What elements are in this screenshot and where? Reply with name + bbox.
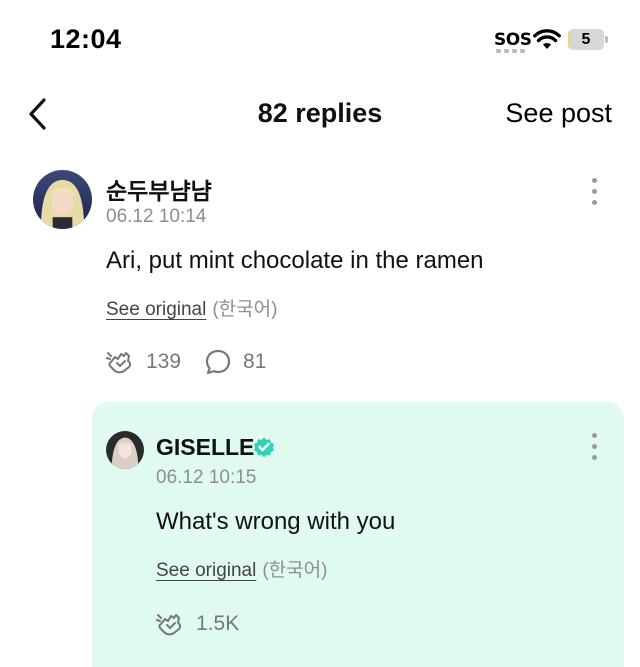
status-bar: 12:04 SOS 5 bbox=[0, 0, 640, 80]
reply-count: 81 bbox=[243, 350, 267, 373]
more-options-icon[interactable] bbox=[589, 178, 599, 208]
cheer-count: 139 bbox=[146, 350, 182, 373]
battery-level: 5 bbox=[581, 31, 591, 48]
comment-text: Ari, put mint chocolate in the ramen bbox=[106, 247, 484, 274]
see-original-link[interactable]: See original bbox=[156, 560, 256, 581]
cheer-hand-icon bbox=[156, 614, 182, 636]
sos-indicator: SOS bbox=[494, 30, 532, 50]
avatar-image bbox=[106, 431, 144, 469]
comment-timestamp: 06.12 10:14 bbox=[106, 206, 207, 227]
cheer-hand-icon bbox=[106, 352, 132, 374]
status-time: 12:04 bbox=[50, 24, 122, 54]
reply-text: What's wrong with you bbox=[156, 508, 396, 535]
comment-username[interactable]: 순두부냠냠 bbox=[106, 172, 212, 206]
wifi-icon bbox=[533, 29, 561, 49]
battery-icon: 5 bbox=[568, 29, 608, 50]
original-language: (한국어) bbox=[262, 560, 328, 581]
reply-button[interactable]: 81 bbox=[205, 349, 266, 375]
see-original-link[interactable]: See original bbox=[106, 299, 206, 320]
reply-cheer-button[interactable]: 1.5K bbox=[156, 611, 239, 637]
original-language: (한국어) bbox=[212, 299, 278, 320]
reply-timestamp: 06.12 10:15 bbox=[156, 467, 257, 488]
reply-cheer-count: 1.5K bbox=[196, 612, 240, 635]
reply-more-options-icon[interactable] bbox=[589, 433, 599, 463]
signal-dots-icon bbox=[496, 49, 526, 53]
see-post-button[interactable]: See post bbox=[505, 98, 612, 129]
top-nav-bar: 82 replies See post bbox=[0, 88, 640, 144]
artist-reply-card: GISELLE 06.12 10:15 What's wrong with yo… bbox=[92, 402, 624, 667]
reply-username[interactable]: GISELLE bbox=[156, 434, 254, 461]
reply-see-original: See original (한국어) bbox=[156, 555, 327, 582]
avatar[interactable] bbox=[33, 170, 92, 229]
see-original: See original (한국어) bbox=[106, 294, 277, 321]
reply-avatar[interactable] bbox=[106, 431, 144, 469]
speech-bubble-icon bbox=[205, 349, 231, 375]
verified-badge-icon bbox=[254, 437, 274, 458]
cheer-button[interactable]: 139 bbox=[106, 349, 181, 375]
avatar-image bbox=[33, 170, 92, 229]
